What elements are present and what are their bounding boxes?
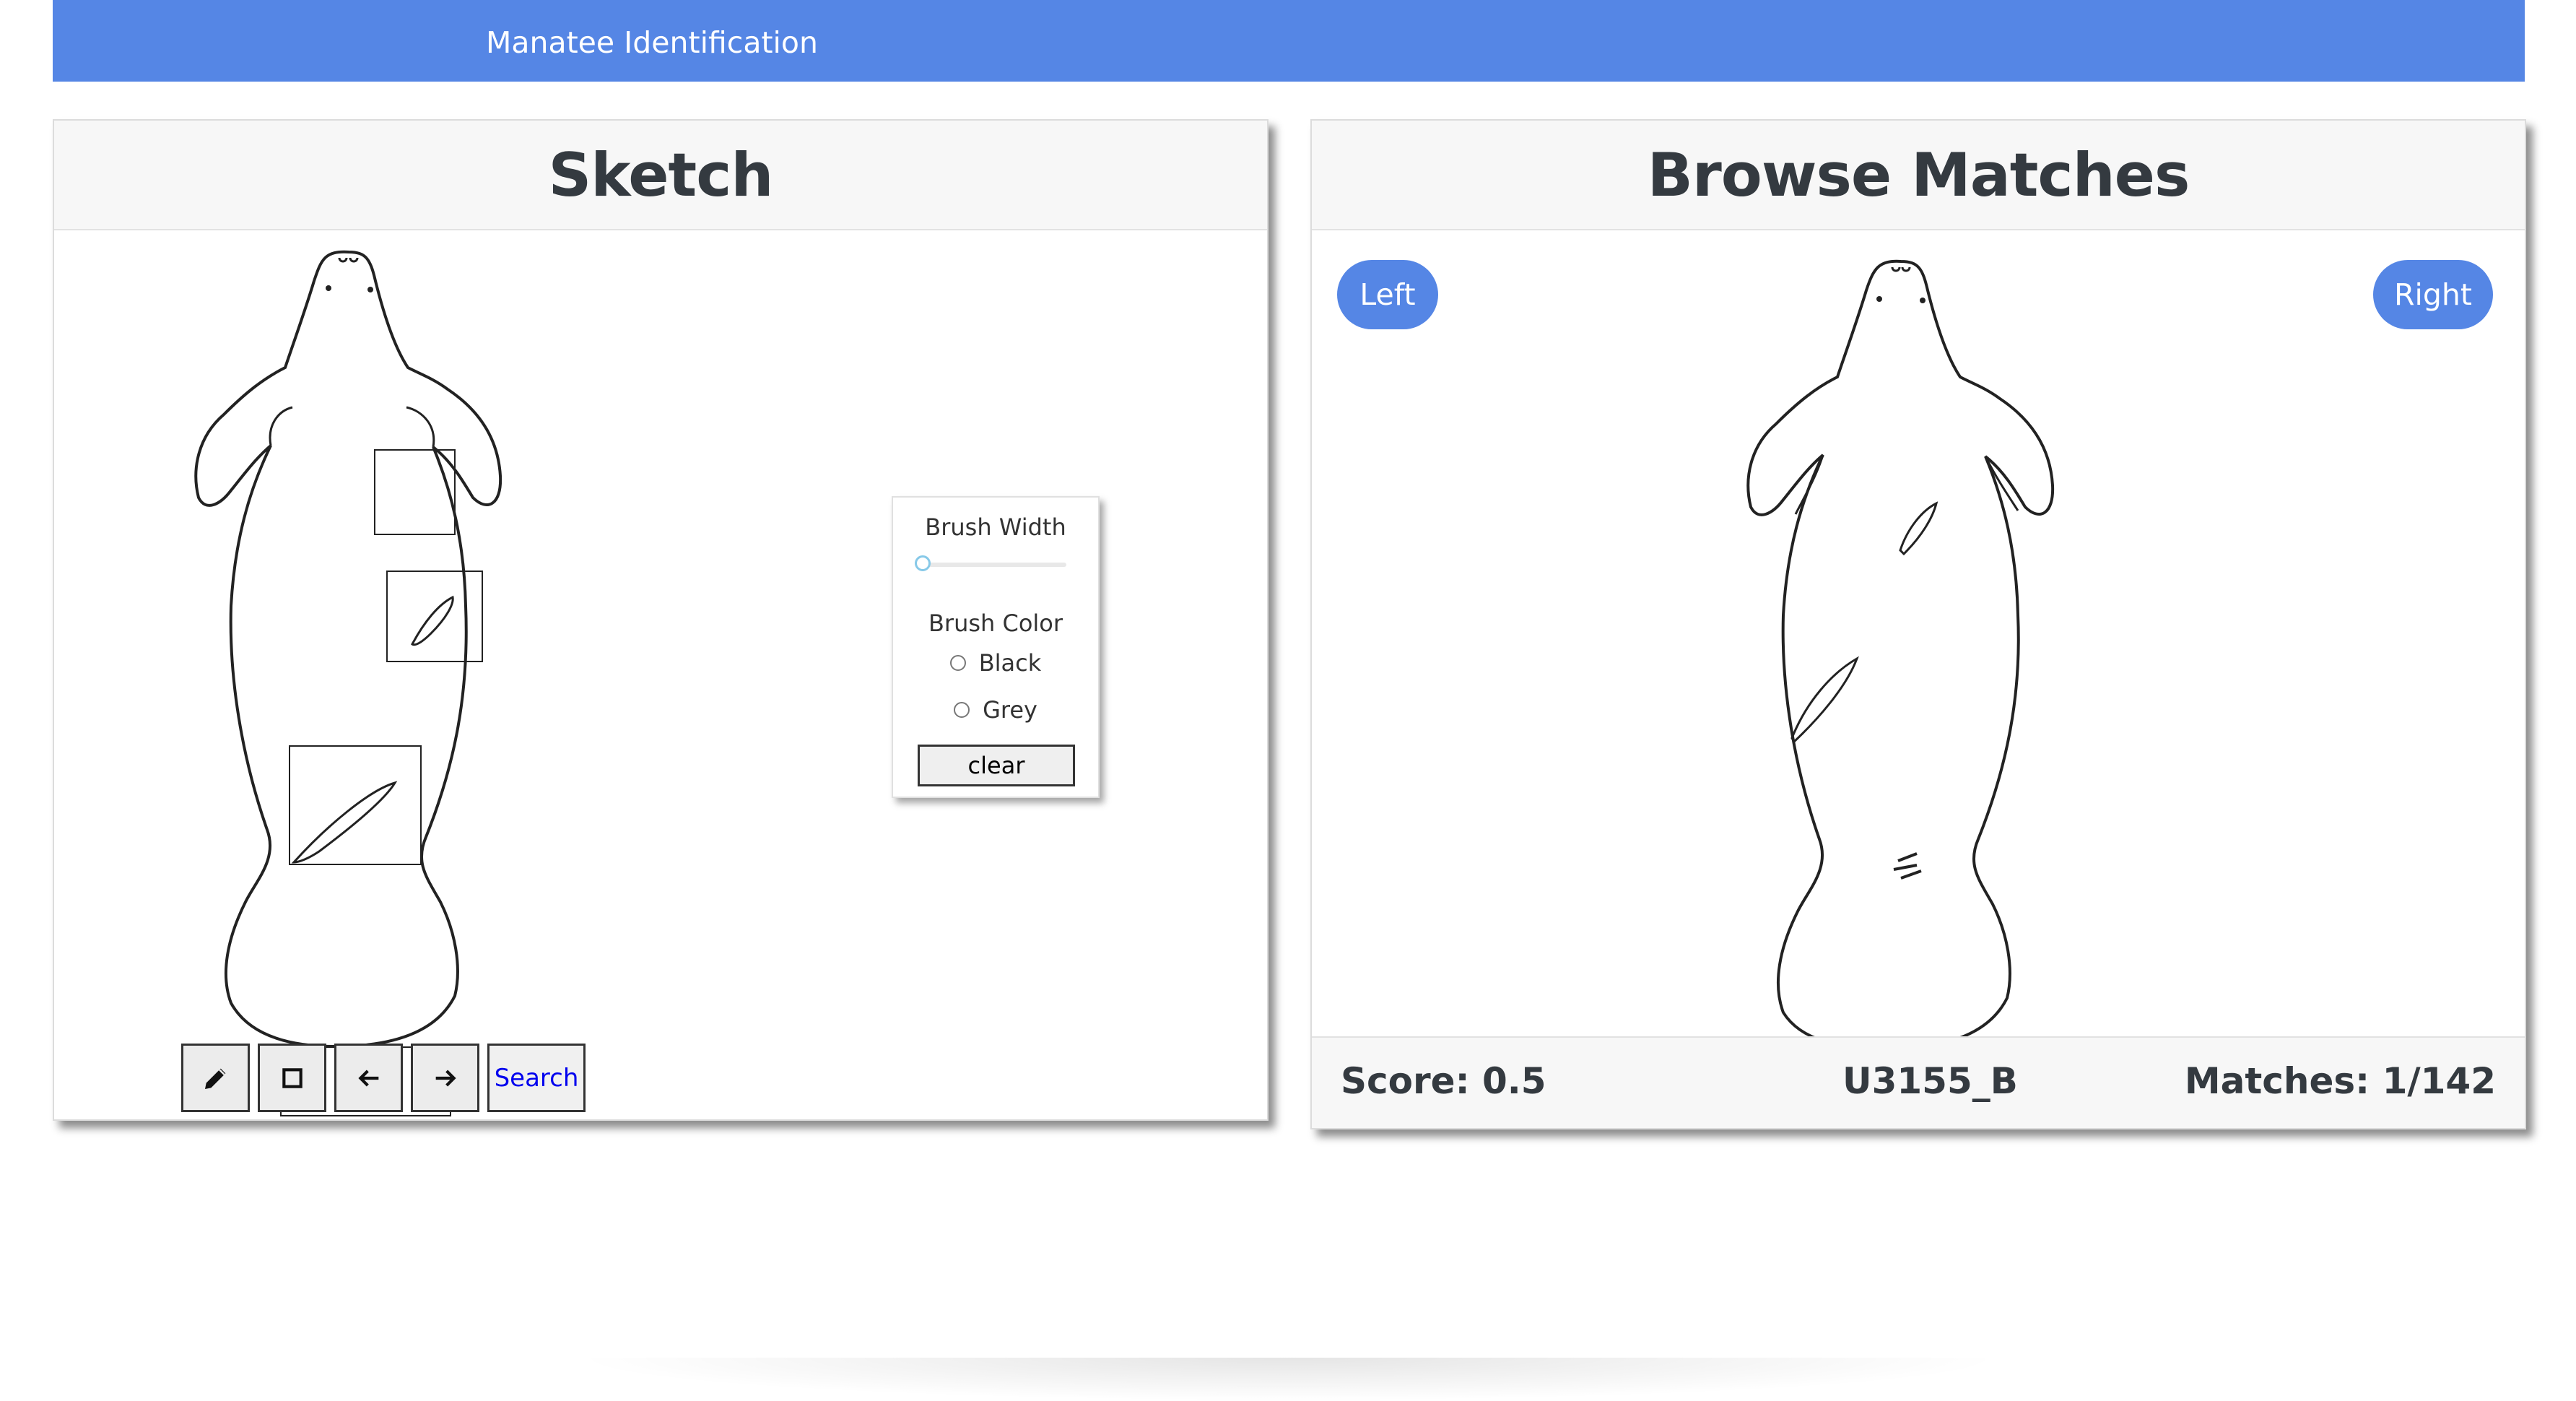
sketch-canvas[interactable]: Brush Width Brush Color Black Grey clear	[54, 230, 1267, 1119]
brush-width-label: Brush Width	[925, 513, 1066, 541]
left-button[interactable]: Left	[1337, 260, 1438, 329]
search-button[interactable]: Search	[487, 1044, 586, 1112]
brush-width-slider-track[interactable]	[922, 563, 1066, 567]
right-button[interactable]: Right	[2373, 260, 2493, 329]
selection-box-scar-1[interactable]	[386, 571, 483, 662]
match-counter: Matches: 1/142	[2184, 1060, 2496, 1102]
radio-black[interactable]	[949, 655, 966, 671]
brush-color-label: Brush Color	[928, 610, 1063, 637]
sketch-card: Sketch Brush Width Brush Color Black Gre…	[53, 119, 1269, 1121]
arrow-right-icon	[435, 1070, 456, 1086]
top-navbar: Manatee Identification	[53, 0, 2525, 82]
match-info-footer: Score: 0.5 U3155_B Matches: 1/142	[1312, 1036, 2525, 1128]
undo-button[interactable]	[334, 1044, 403, 1112]
scar-stroke-icon	[291, 781, 398, 864]
app-brand[interactable]: Manatee Identification	[486, 0, 818, 82]
clear-button[interactable]: clear	[918, 745, 1075, 786]
brush-settings-panel: Brush Width Brush Color Black Grey clear	[892, 496, 1100, 798]
match-score: Score: 0.5	[1341, 1060, 1546, 1102]
manatee-outline-sketch	[194, 250, 502, 1046]
arrow-left-icon	[357, 1070, 378, 1086]
color-option-black[interactable]: Black	[893, 649, 1098, 677]
radio-grey-label: Grey	[983, 696, 1037, 724]
radio-black-label: Black	[978, 649, 1042, 677]
sketch-title: Sketch	[548, 139, 773, 210]
pencil-icon	[204, 1068, 225, 1089]
brush-width-slider-handle[interactable]	[915, 555, 931, 571]
radio-grey[interactable]	[954, 702, 970, 718]
scar-stroke-icon	[411, 595, 454, 646]
bottom-shadow	[570, 1358, 2007, 1401]
manatee-outline-match	[1746, 259, 2055, 1049]
square-icon	[282, 1067, 303, 1088]
match-id: U3155_B	[1842, 1060, 2018, 1102]
browse-header: Browse Matches	[1312, 121, 2525, 230]
browse-title: Browse Matches	[1647, 139, 2190, 210]
redo-button[interactable]	[411, 1044, 479, 1112]
selection-box-head[interactable]	[374, 449, 456, 535]
sketch-toolbar: Search	[181, 1044, 586, 1112]
sketch-header: Sketch	[54, 121, 1267, 230]
selection-box-scar-2[interactable]	[289, 745, 422, 865]
rectangle-tool-button[interactable]	[258, 1044, 326, 1112]
browse-matches-card: Browse Matches Score: 0.5 U3155_B Matche…	[1310, 119, 2526, 1129]
pencil-tool-button[interactable]	[181, 1044, 250, 1112]
color-option-grey[interactable]: Grey	[893, 696, 1098, 724]
